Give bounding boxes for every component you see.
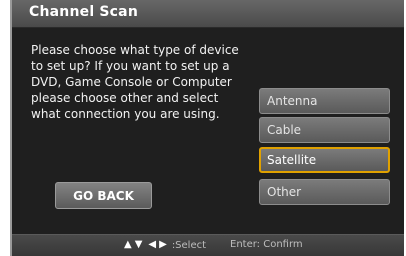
option-satellite[interactable]: Satellite (259, 147, 390, 173)
channel-scan-dialog: Channel Scan Please choose what type of … (10, 0, 404, 256)
option-cable[interactable]: Cable (259, 117, 390, 143)
option-other[interactable]: Other (259, 179, 390, 205)
arrow-left-icon: ◀ (148, 239, 157, 250)
footer-hint-bar: ▲ ▼ ◀ ▶ :Select Enter: Confirm (12, 234, 404, 256)
option-antenna[interactable]: Antenna (259, 88, 390, 114)
title-bar: Channel Scan (12, 0, 404, 28)
arrow-down-icon: ▼ (134, 239, 143, 250)
confirm-hint-label: Enter: Confirm (230, 239, 303, 250)
select-hint-label: :Select (171, 239, 207, 251)
select-hint: ▲ ▼ ◀ ▶ :Select (124, 239, 206, 251)
instruction-text: Please choose what type of device to set… (31, 43, 239, 121)
dialog-title: Channel Scan (29, 4, 138, 20)
arrow-up-icon: ▲ (124, 239, 132, 250)
dialog-body: Please choose what type of device to set… (12, 28, 404, 234)
arrow-right-icon: ▶ (159, 239, 167, 250)
go-back-button[interactable]: GO BACK (55, 182, 152, 209)
